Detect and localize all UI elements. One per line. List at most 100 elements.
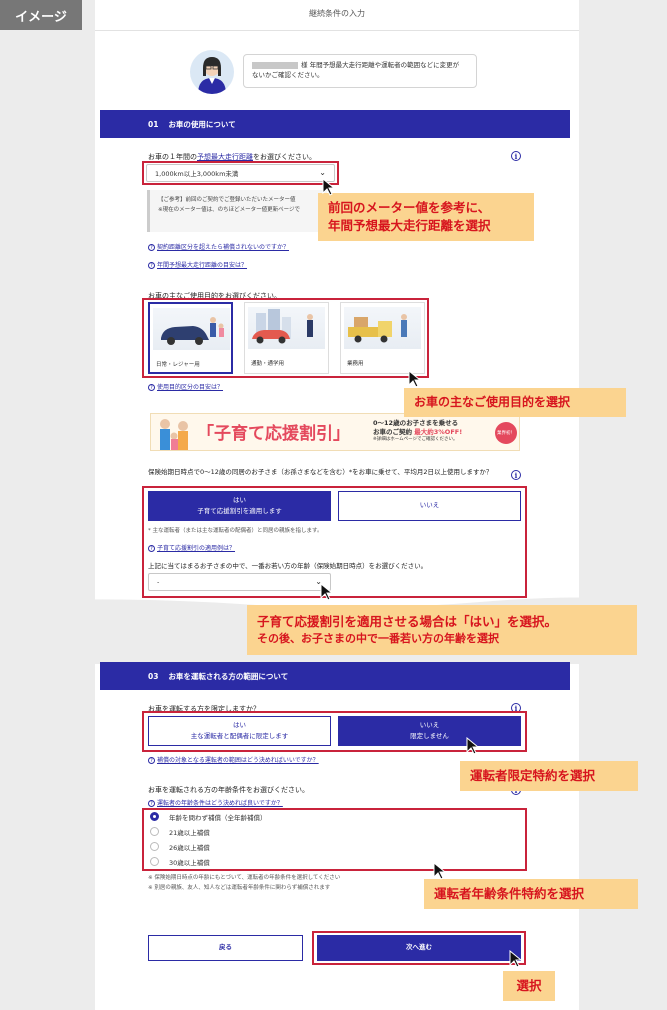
age-option-label: 21歳以上補償 [169, 828, 210, 837]
child-discount-yes-button[interactable]: はい 子育て応援割引を適用します [148, 491, 331, 521]
operator-avatar [190, 50, 234, 94]
question-icon: ? [148, 545, 155, 552]
child-discount-example-link[interactable]: ? 子育て応援割引の適用例は？ [148, 543, 235, 552]
mileage-guide-link-text: 年間予想最大走行距離の目安は？ [157, 262, 248, 269]
age-option-label: 年齢を問わず補償（全年齢補償） [169, 813, 267, 822]
question-icon: ? [148, 757, 155, 764]
header-divider [95, 30, 579, 31]
driver-age-question: お車を運転される方の年齢条件をお選びください。 [148, 786, 309, 794]
purpose-guide-link-text: 使用目的区分の目安は？ [157, 384, 224, 391]
callout-purpose: お車の主なご使用目的を選択 [404, 388, 626, 418]
radio-icon [150, 857, 159, 866]
child-discount-example-link-text: 子育て応援割引の適用例は？ [157, 545, 236, 552]
child-discount-banner[interactable]: 「子育て応援割引」 0〜12歳のお子さまを乗せる お車のご契約 最大約3%OFF… [150, 413, 520, 451]
mileage-guide-link[interactable]: ? 年間予想最大走行距離の目安は？ [148, 260, 247, 269]
question-icon: ? [148, 800, 155, 807]
next-label: 次へ進む [406, 943, 432, 952]
child-discount-info-icon[interactable]: i [511, 470, 521, 480]
callout-child-discount: 子育て応援割引を適用させる場合は「はい」を選択。 その後、お子さまの中で一番若い… [247, 605, 637, 656]
age-option-21[interactable]: 21歳以上補償 [150, 824, 510, 839]
chevron-down-icon: ⌄ [319, 168, 326, 177]
callout-select: 選択 [503, 971, 555, 1002]
child-age-question: 上記に当てはまるお子さまの中で、一番お若い方の年齢（保険始期日時点）をお選びくだ… [148, 562, 428, 570]
age-option-30[interactable]: 30歳以上補償 [150, 854, 510, 869]
business-illustration [344, 307, 421, 349]
age-option-26[interactable]: 26歳以上補償 [150, 839, 510, 854]
cursor-pointer-icon [322, 178, 336, 196]
age-note-1: ※ 保険始期日時点の年齢にもとづいて、運転者の年齢条件を選択してください [148, 875, 341, 881]
no-label: いいえ [419, 501, 440, 510]
radio-selected-icon [150, 812, 159, 821]
limit-yes-label: はい [233, 720, 246, 729]
banner-discount: 最大約3%OFF! [414, 428, 463, 437]
child-discount-question: 保険始期日時点で0〜12歳の同居のお子さま（お孫さまなどを含む）*をお車に乗せて… [148, 468, 493, 476]
page-title: 継続条件の入力 [309, 9, 365, 18]
limit-no-sublabel: 限定しません [410, 732, 449, 740]
cursor-pointer-icon [509, 950, 523, 968]
mileage-question-prefix: お車の１年間の [148, 153, 197, 161]
driver-limit-no-button[interactable]: いいえ 限定しません [338, 716, 521, 746]
driver-age-help-link-text: 運転者の年齢条件はどう決めれば良いですか？ [157, 800, 283, 807]
banner-text: 0〜12歳のお子さまを乗せる お車のご契約 最大約3%OFF! ※詳細はホームペ… [373, 419, 462, 443]
limit-yes-sublabel: 主な運転者と配偶者に限定します [190, 732, 289, 740]
purpose-card-business[interactable]: 業務用 [340, 302, 425, 374]
greeting-bubble: 様 年間予想最大走行距離や運転者の範囲などに変更が ないかご確認ください。 [243, 54, 477, 88]
section-header-driver-range: 03 お車を運転される方の範囲について [100, 662, 570, 690]
driver-range-link[interactable]: ? 補償の対象となる運転者の範囲はどう決めればいいですか？ [148, 755, 319, 764]
mileage-over-link[interactable]: ? 契約距離区分を超えたら補償されないのですか？ [148, 242, 289, 251]
note-line2: ※現在のメーター値は、のちほどメーター値更新ページで [158, 206, 301, 213]
purpose-guide-link[interactable]: ? 使用目的区分の目安は？ [148, 382, 223, 391]
mileage-question-suffix: をお選びください。 [253, 153, 316, 161]
callout-child-line2: その後、お子さまの中で一番若い方の年齢を選択 [257, 632, 499, 646]
purpose-card-commute[interactable]: 通勤・通学用 [244, 302, 329, 374]
mileage-info-icon[interactable]: i [511, 151, 521, 161]
yes-label: はい [233, 495, 246, 504]
question-icon: ? [148, 244, 155, 251]
commute-illustration [248, 307, 325, 349]
customer-name-masked [252, 61, 298, 69]
section-title: お車を運転される方の範囲について [168, 671, 289, 681]
family-illustration [160, 419, 188, 450]
driver-limit-yes-button[interactable]: はい 主な運転者と配偶者に限定します [148, 716, 331, 746]
child-discount-footnote: * 主な運転者（または主な運転者の配偶者）と同居の親族を指します。 [148, 528, 323, 534]
cursor-pointer-icon [433, 862, 447, 880]
callout-driver-limit: 運転者限定特約を選択 [460, 761, 638, 792]
purpose-card-leisure[interactable]: 日常・レジャー用 [148, 302, 233, 374]
cursor-pointer-icon [408, 370, 422, 388]
greeting-line1: 年間予想最大走行距離や運転者の範囲などに変更が [309, 61, 460, 69]
radio-icon [150, 842, 159, 851]
child-age-select[interactable]: - ⌄ [148, 573, 331, 591]
greeting-line2: ないかご確認ください。 [252, 70, 324, 79]
mileage-select-value: 1,000km以上3,000km未満 [155, 170, 239, 178]
callout-mileage-line1: 前回のメーター値を参考に、 [328, 200, 491, 215]
back-button[interactable]: 戻る [148, 935, 303, 961]
banner-line2: お車のご契約 [373, 428, 415, 437]
callout-mileage: 前回のメーター値を参考に、 年間予想最大走行距離を選択 [318, 193, 534, 242]
mileage-definition-link[interactable]: 予想最大走行距離 [197, 153, 253, 161]
callout-child-line1: 子育て応援割引を適用させる場合は「はい」を選択。 [257, 614, 558, 629]
banner-note: ※詳細はホームページでご確認ください。 [373, 437, 458, 443]
mileage-over-link-text: 契約距離区分を超えたら補償されないのですか？ [157, 244, 290, 251]
age-option-all[interactable]: 年齢を問わず補償（全年齢補償） [150, 809, 510, 824]
question-icon: ? [148, 384, 155, 391]
age-option-label: 26歳以上補償 [169, 843, 210, 852]
purpose-label-commute: 通勤・通学用 [251, 361, 285, 367]
section-header-vehicle-use: 01 お車の使用について [100, 110, 570, 138]
question-icon: ? [148, 262, 155, 269]
callout-mileage-line2: 年間予想最大走行距離を選択 [328, 218, 491, 234]
limit-no-label: いいえ [419, 720, 440, 729]
mileage-select[interactable]: 1,000km以上3,000km未満 ⌄ [146, 164, 335, 182]
child-discount-no-button[interactable]: いいえ [338, 491, 521, 521]
purpose-label-leisure: 日常・レジャー用 [156, 362, 200, 368]
banner-line1: 0〜12歳のお子さまを乗せる [373, 419, 459, 427]
image-tag: イメージ [0, 0, 82, 30]
banner-title: 「子育て応援割引」 [197, 424, 350, 444]
cursor-pointer-icon [320, 583, 334, 601]
next-button[interactable]: 次へ進む [317, 935, 521, 961]
note-line1: 【ご参考】前回のご契約でご登録いただいたメーター値 [158, 197, 296, 203]
banner-badge: 業界初！ [495, 422, 517, 444]
age-option-label: 30歳以上補償 [169, 858, 210, 867]
driver-age-help-link[interactable]: ? 運転者の年齢条件はどう決めれば良いですか？ [148, 798, 283, 807]
purpose-label-business: 業務用 [347, 361, 364, 367]
greeting-suffix: 様 [301, 61, 308, 69]
